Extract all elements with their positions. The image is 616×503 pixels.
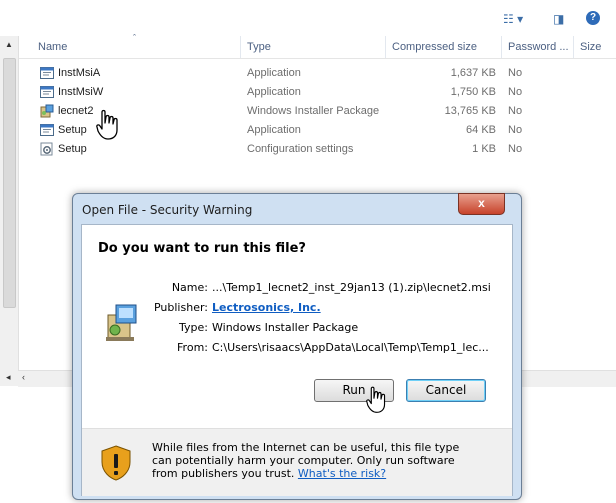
column-header-password[interactable]: Password ... (508, 41, 569, 53)
scroll-up-arrow-icon[interactable]: ▲ (5, 40, 13, 49)
type-label: Type: (179, 321, 208, 334)
file-type: Application (247, 67, 301, 79)
config-settings-icon (40, 142, 53, 156)
help-icon[interactable]: ? (586, 11, 600, 25)
column-divider[interactable] (385, 36, 386, 58)
column-header-row: Name ˆ Type Compressed size Password ...… (0, 33, 616, 59)
dialog-body: Do you want to run this file? Name: ...\… (81, 224, 513, 496)
column-divider[interactable] (240, 36, 241, 58)
dialog-title: Open File - Security Warning (82, 203, 253, 217)
column-divider[interactable] (501, 36, 502, 58)
from-value: C:\Users\risaacs\AppData\Local\Temp\Temp… (212, 341, 489, 354)
shield-warning-icon (101, 445, 131, 481)
cancel-button[interactable]: Cancel (406, 379, 486, 402)
file-compressed-size: 1,637 KB (450, 67, 496, 79)
file-name: InstMsiW (58, 86, 104, 98)
name-value: ...\Temp1_lecnet2_inst_29jan13 (1).zip\l… (212, 281, 491, 294)
file-name: InstMsiA (58, 67, 101, 79)
type-value: Windows Installer Package (212, 321, 359, 334)
scrollbar-thumb[interactable] (3, 58, 16, 308)
warning-message: While files from the Internet can be use… (152, 441, 482, 480)
hand-cursor-icon (96, 109, 118, 140)
publisher-label: Publisher: (153, 301, 208, 314)
file-compressed-size: 1 KB (472, 143, 496, 155)
file-name: Setup (58, 124, 87, 136)
file-row[interactable]: Setup Configuration settings 1 KB No (36, 140, 596, 159)
column-header-size[interactable]: Size (580, 41, 601, 53)
from-label: From: (177, 341, 208, 354)
sort-ascending-icon: ˆ (133, 33, 136, 43)
file-password: No (508, 67, 523, 79)
file-row[interactable]: InstMsiW Application 1,750 KB No (36, 83, 596, 102)
scroll-left-arrow-icon[interactable]: ‹ (22, 372, 25, 382)
name-label: Name: (171, 281, 208, 294)
file-password: No (508, 105, 523, 117)
warning-footer: While files from the Internet can be use… (82, 428, 512, 496)
file-password: No (508, 143, 523, 155)
file-password: No (508, 86, 523, 98)
whats-the-risk-link[interactable]: What's the risk? (298, 467, 386, 480)
change-view-icon[interactable]: ☷ ▾ (503, 12, 523, 26)
column-divider[interactable] (573, 36, 574, 58)
application-icon (40, 124, 54, 136)
security-warning-dialog: Open File - Security Warning x Do you wa… (72, 193, 522, 500)
column-header-name[interactable]: Name (38, 41, 67, 53)
column-header-compressed-size[interactable]: Compressed size (392, 41, 477, 53)
scroll-left-arrow-icon[interactable]: ◂ (6, 372, 11, 383)
file-name: Setup (58, 143, 87, 155)
column-header-type[interactable]: Type (247, 41, 271, 53)
file-name: lecnet2 (58, 105, 94, 117)
preview-pane-icon[interactable]: ◨ (553, 12, 564, 26)
file-type: Configuration settings (247, 143, 354, 155)
file-row[interactable]: InstMsiA Application 1,637 KB No (36, 64, 596, 83)
application-icon (40, 67, 54, 79)
file-compressed-size: 64 KB (466, 124, 496, 136)
publisher-link[interactable]: Lectrosonics, Inc. (212, 301, 321, 314)
installer-package-icon (40, 104, 54, 118)
explorer-toolbar: ☷ ▾ ◨ ? (0, 0, 616, 37)
file-password: No (508, 124, 523, 136)
close-button[interactable]: x (458, 193, 505, 215)
application-icon (40, 86, 54, 98)
vertical-scrollbar[interactable]: ▲ (0, 36, 19, 386)
dialog-question: Do you want to run this file? (98, 241, 306, 256)
file-type: Application (247, 124, 301, 136)
file-type: Application (247, 86, 301, 98)
file-type: Windows Installer Package (247, 105, 380, 117)
file-compressed-size: 13,765 KB (444, 105, 496, 117)
file-compressed-size: 1,750 KB (450, 86, 496, 98)
hand-cursor-icon (366, 386, 386, 413)
